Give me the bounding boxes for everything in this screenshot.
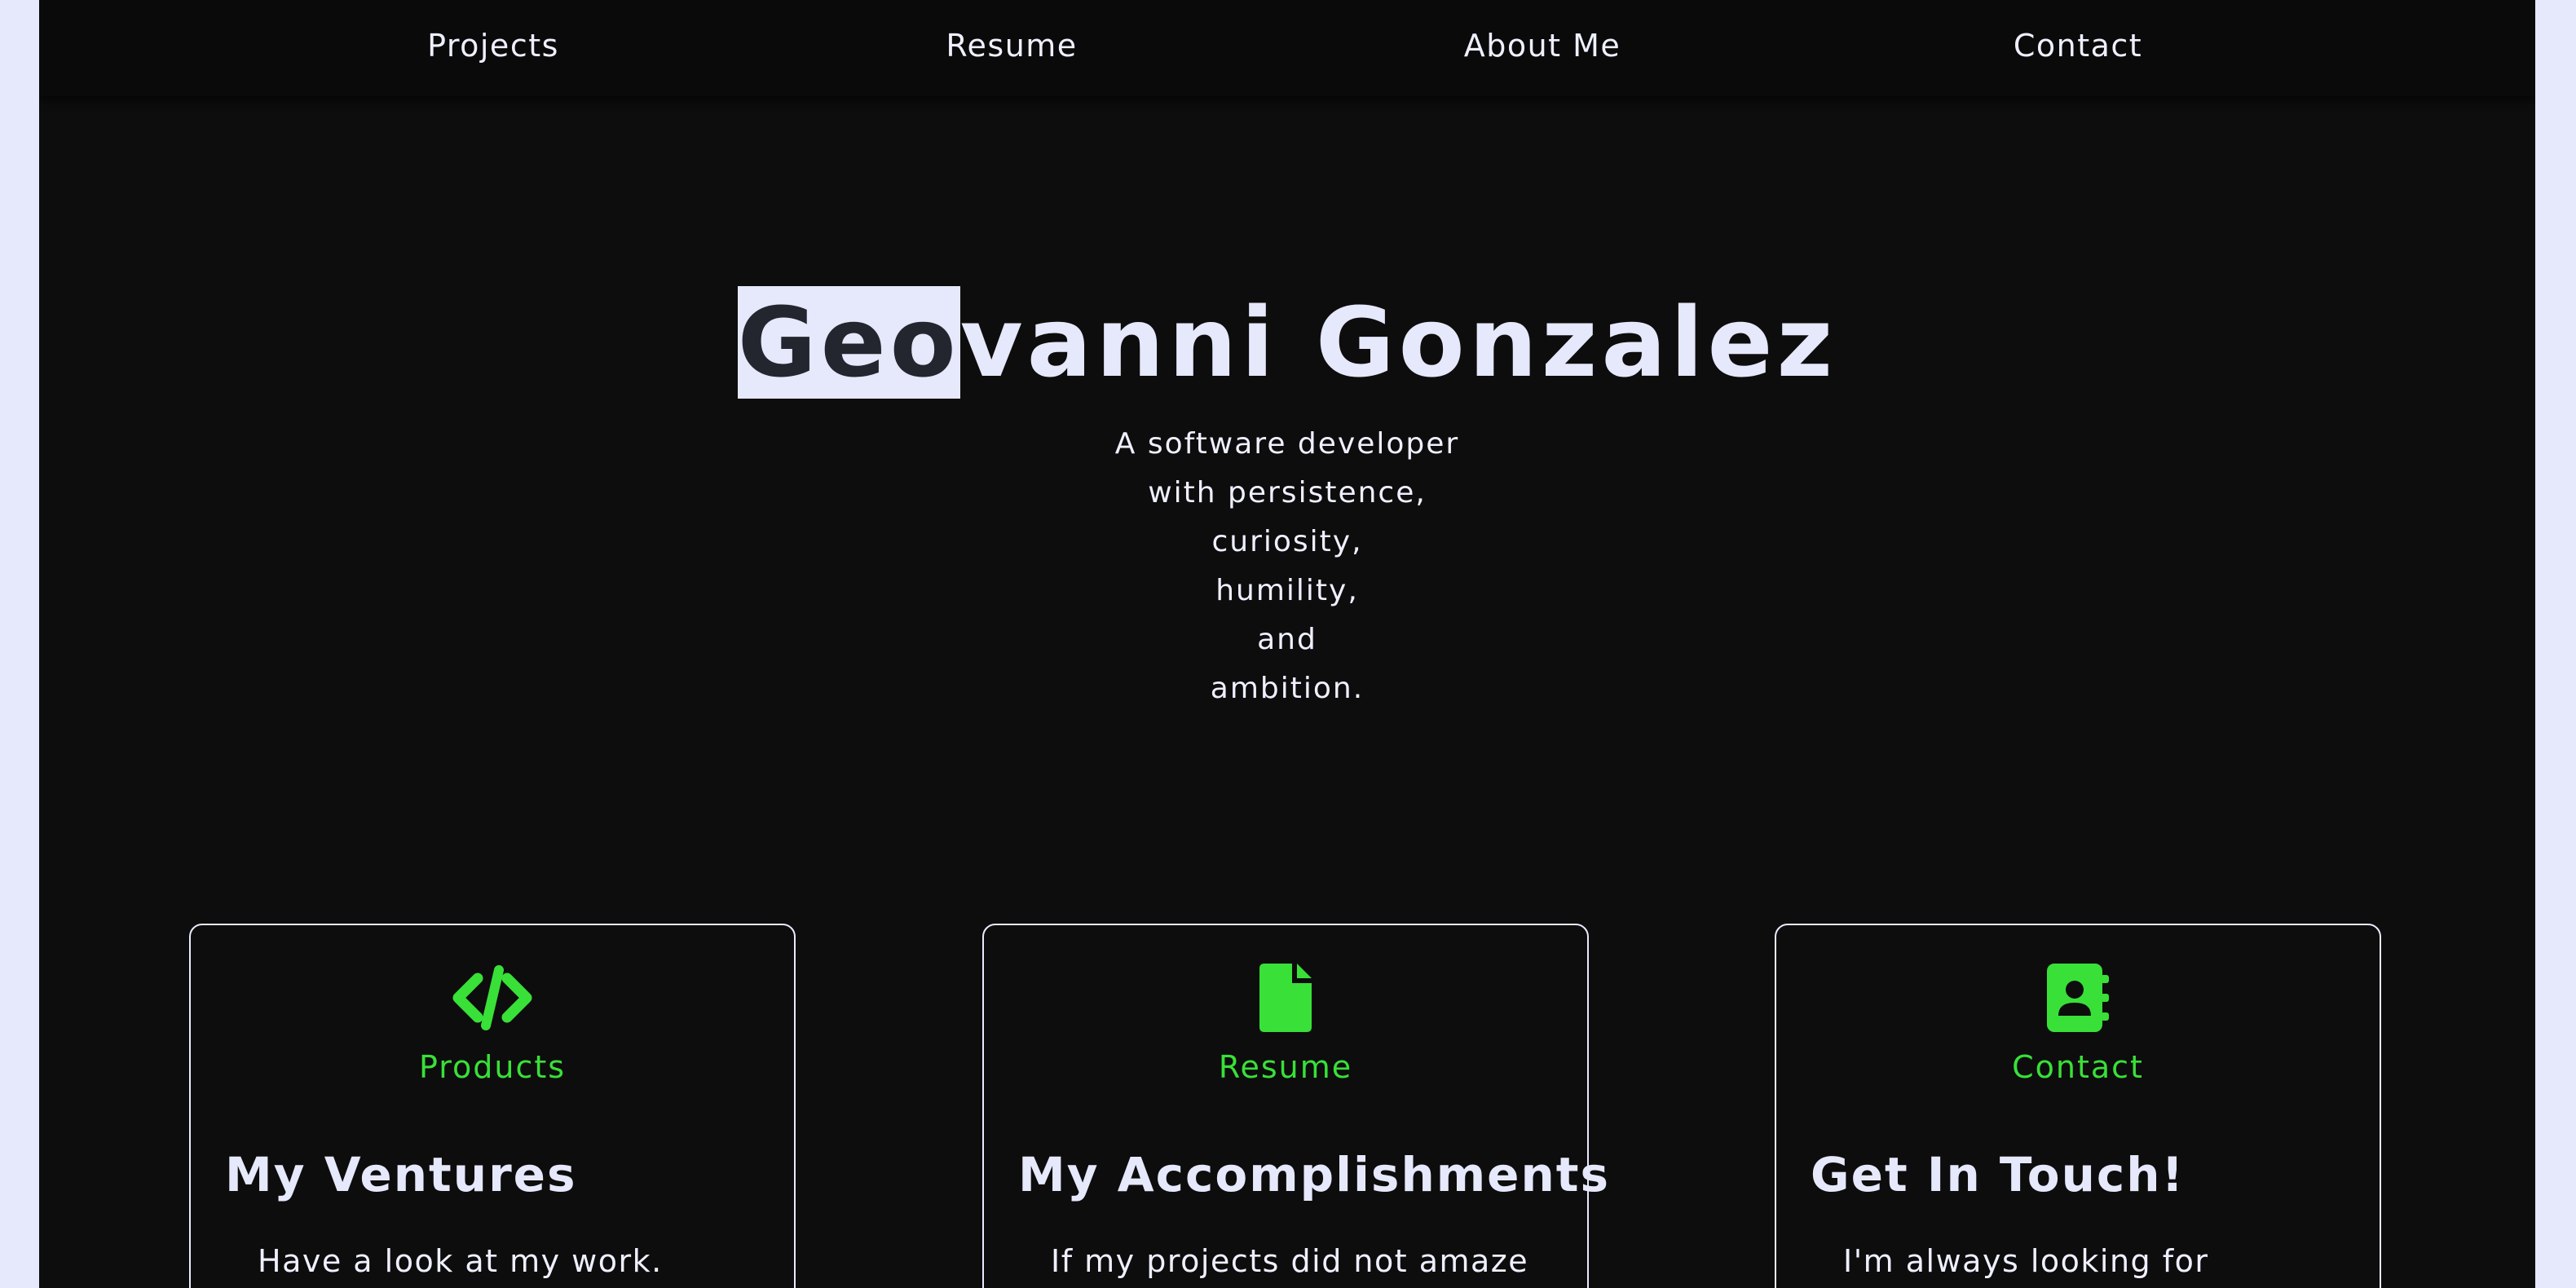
hero-name: Geovanni Gonzalez (39, 277, 2535, 408)
tagline: A software developer with persistence, c… (39, 420, 2535, 713)
card-label: Resume (1218, 1049, 1353, 1085)
nav-resume[interactable]: Resume (946, 0, 1077, 91)
card-title: My Ventures (225, 1147, 577, 1202)
tagline-line: and (1257, 623, 1317, 656)
card-products[interactable]: Products My Ventures Have a look at my w… (189, 924, 796, 1288)
tagline-line: ambition. (1210, 672, 1365, 705)
card-title: Get In Touch! (1811, 1147, 2186, 1202)
card-contact[interactable]: Contact Get In Touch! I'm always looking… (1775, 924, 2381, 1288)
name-selection-highlight: Geo (737, 286, 960, 399)
tagline-line: curiosity, (1211, 525, 1363, 558)
code-icon (191, 961, 794, 1034)
card-label: Contact (2012, 1049, 2144, 1085)
card-text: If my projects did not amaze (1051, 1243, 1529, 1279)
nav-contact[interactable]: Contact (2014, 0, 2142, 91)
card-resume[interactable]: Resume My Accomplishments If my projects… (982, 924, 1608, 1288)
name-rest: vanni Gonzalez (959, 286, 1837, 399)
card-text: I'm always looking for (1843, 1243, 2209, 1279)
card-title: My Accomplishments (1018, 1147, 1611, 1202)
address-book-icon (1776, 961, 2380, 1034)
file-icon (984, 961, 1587, 1034)
tagline-line: with persistence, (1148, 476, 1427, 509)
card-label: Products (418, 1049, 567, 1085)
tagline-line: A software developer (1114, 427, 1460, 461)
card-text: Have a look at my work. (258, 1243, 663, 1279)
top-nav: Projects Resume About Me Contact (39, 0, 2535, 96)
nav-about-me[interactable]: About Me (1464, 0, 1621, 91)
tagline-line: humility, (1215, 574, 1359, 607)
page: Projects Resume About Me Contact Geovann… (39, 0, 2535, 1288)
nav-projects[interactable]: Projects (427, 0, 559, 91)
